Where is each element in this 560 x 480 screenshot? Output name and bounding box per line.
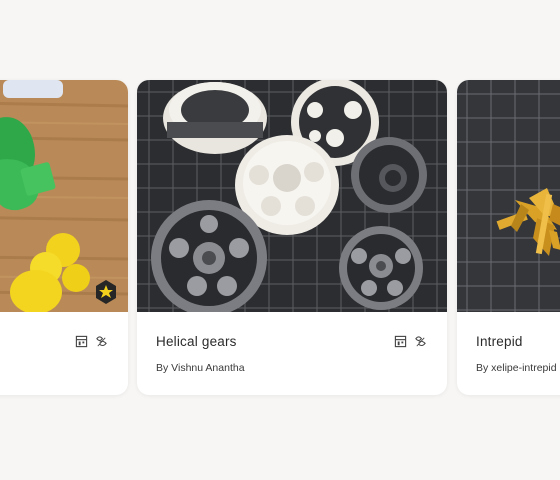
model-badges — [75, 335, 108, 348]
model-title[interactable]: Helical gears — [156, 334, 237, 349]
model-card[interactable] — [0, 80, 128, 395]
filament-icon — [96, 336, 107, 347]
model-title[interactable]: Intrepid — [476, 334, 523, 349]
model-card[interactable]: Helical gears By Vishnu Anantha — [137, 80, 447, 395]
printer-icon — [75, 335, 88, 348]
model-carousel: Helical gears By Vishnu Anantha Intrepid… — [0, 0, 560, 480]
model-badges — [394, 335, 427, 348]
printer-icon — [394, 335, 407, 348]
model-thumbnail[interactable] — [137, 80, 447, 312]
model-author[interactable]: By Vishnu Anantha — [156, 362, 245, 374]
model-thumbnail[interactable] — [457, 80, 560, 312]
model-thumbnail[interactable] — [0, 80, 128, 312]
filament-icon — [415, 336, 426, 347]
model-card[interactable]: Intrepid By xelipe-intrepid — [457, 80, 560, 395]
model-author[interactable]: By xelipe-intrepid — [476, 362, 557, 374]
